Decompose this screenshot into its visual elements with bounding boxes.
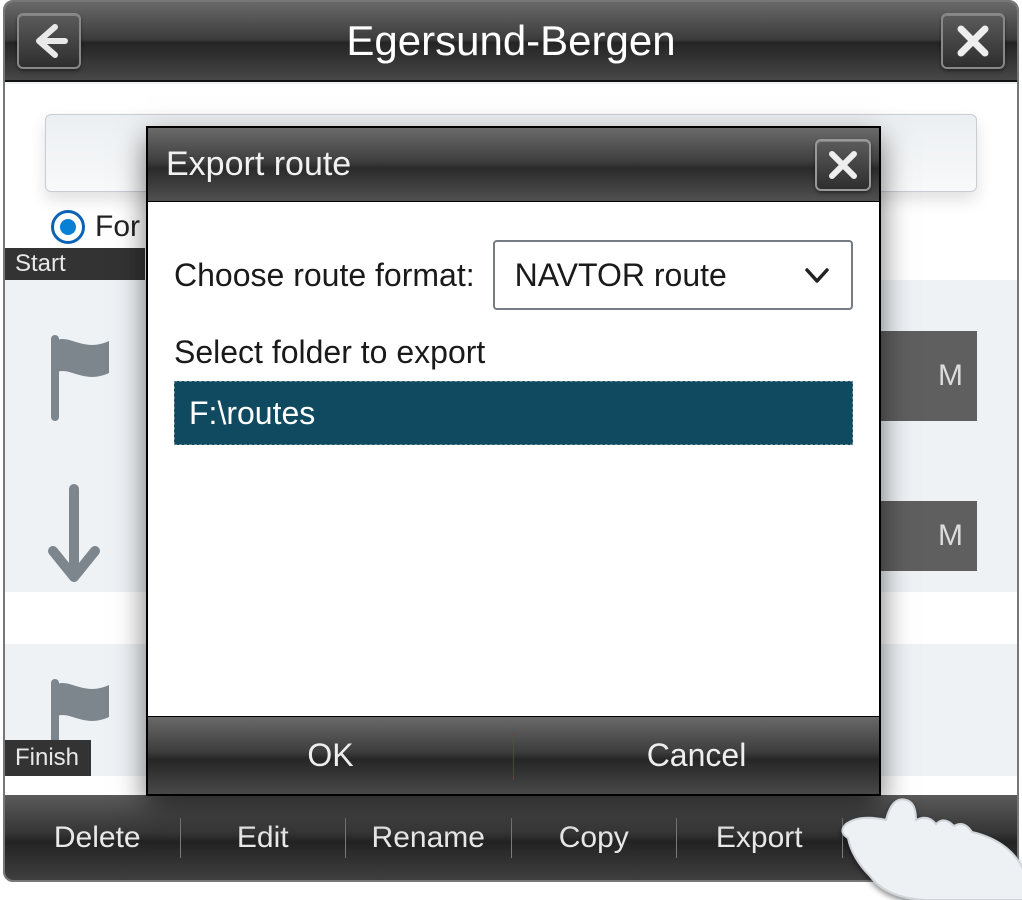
dropdown-value: NAVTOR route: [515, 257, 727, 294]
folder-item[interactable]: F:\routes: [174, 381, 853, 445]
window-title: Egersund-Bergen: [81, 17, 941, 65]
dialog-body: Choose route format: NAVTOR route Select…: [148, 202, 879, 716]
format-label: Choose route format:: [174, 257, 475, 294]
finish-section-label: Finish: [5, 740, 91, 776]
row-badge: M: [867, 501, 977, 571]
route-format-dropdown[interactable]: NAVTOR route: [493, 240, 853, 310]
close-window-button[interactable]: [941, 13, 1005, 69]
copy-button[interactable]: Copy: [512, 821, 677, 855]
bottom-toolbar: Delete Edit Rename Copy Export Start: [5, 795, 1017, 880]
flag-icon: [39, 331, 131, 421]
ok-button[interactable]: OK: [148, 717, 513, 794]
format-row: Choose route format: NAVTOR route: [174, 240, 853, 310]
dialog-close-button[interactable]: [815, 139, 871, 191]
radio-label: For: [95, 210, 140, 244]
edit-button[interactable]: Edit: [181, 821, 346, 855]
row-badge-text: M: [938, 519, 963, 553]
close-icon: [955, 23, 991, 59]
chevron-down-icon: [803, 261, 831, 289]
start-button[interactable]: Start: [843, 821, 1008, 855]
folder-path: F:\routes: [189, 395, 315, 432]
export-button[interactable]: Export: [677, 821, 842, 855]
back-button[interactable]: [17, 13, 81, 69]
close-icon: [827, 149, 859, 181]
select-folder-label: Select folder to export: [174, 334, 853, 371]
row-badge-text: M: [938, 359, 963, 393]
folder-list: F:\routes: [174, 381, 853, 445]
dialog-button-bar: OK Cancel: [148, 716, 879, 794]
start-section-label: Start: [5, 248, 145, 280]
titlebar: Egersund-Bergen: [5, 2, 1017, 82]
rename-button[interactable]: Rename: [346, 821, 511, 855]
radio-selected-icon: [51, 210, 85, 244]
dialog-title: Export route: [166, 145, 351, 184]
delete-button[interactable]: Delete: [15, 821, 180, 855]
export-route-dialog: Export route Choose route format: NAVTOR…: [146, 126, 881, 796]
arrow-left-icon: [29, 21, 69, 61]
dialog-titlebar: Export route: [148, 128, 879, 202]
row-badge: M: [867, 331, 977, 421]
cancel-button[interactable]: Cancel: [514, 717, 879, 794]
arrow-down-icon: [39, 481, 131, 591]
